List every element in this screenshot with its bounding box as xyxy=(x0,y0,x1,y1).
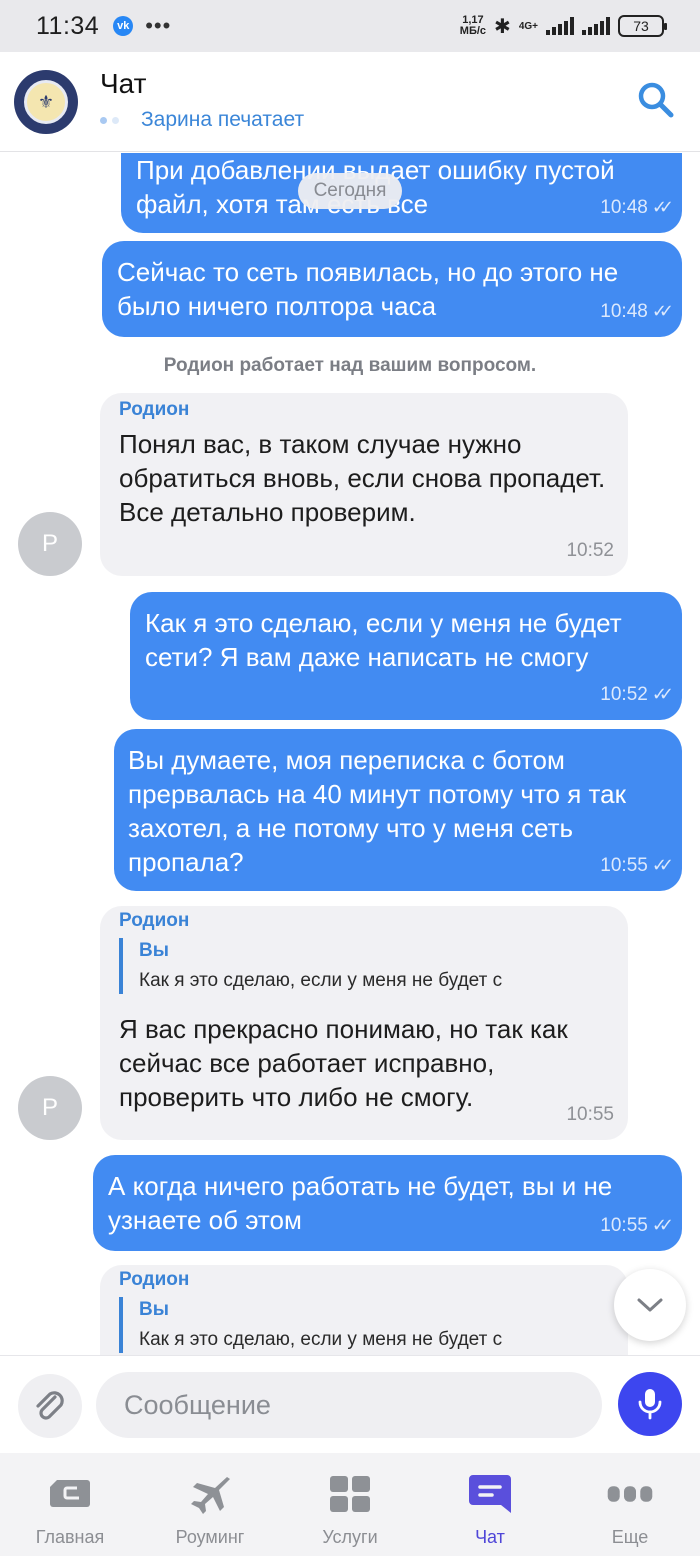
message-text: А когда ничего работать не будет, вы и н… xyxy=(108,1171,613,1235)
nav-label: Чат xyxy=(475,1527,505,1547)
quote-text: Как я это сделаю, если у меня не будет с xyxy=(139,970,503,991)
message-time: 10:52 ✓✓ xyxy=(600,684,674,706)
more-icon xyxy=(606,1473,654,1515)
bank-emblem-icon[interactable]: ⚜ xyxy=(14,70,78,134)
read-ticks-icon: ✓✓ xyxy=(651,855,674,875)
chat-messages[interactable]: При добавлении выдает ошибку пустой файл… xyxy=(0,153,700,1355)
quoted-reply[interactable]: Вы Как я это сделаю, если у меня не буде… xyxy=(119,938,608,994)
avatar: Р xyxy=(18,1076,82,1140)
system-message: Родион работает над вашим вопросом. xyxy=(163,355,537,376)
attach-button[interactable] xyxy=(18,1374,82,1438)
message-time: 10:55 ✓✓ xyxy=(600,855,674,877)
message-time: 10:52 xyxy=(566,540,614,561)
chevron-down-icon xyxy=(637,1298,663,1312)
message-time: 10:48 ✓✓ xyxy=(600,301,674,323)
read-ticks-icon: ✓✓ xyxy=(651,684,674,704)
message-time-value: 10:55 xyxy=(600,855,648,876)
message-time: 10:48 ✓✓ xyxy=(600,197,674,219)
search-icon xyxy=(638,82,674,118)
nav-item-services[interactable]: Услуги xyxy=(280,1453,420,1556)
quote-author: Вы xyxy=(139,1299,169,1320)
message-time: 10:55 ✓✓ xyxy=(600,1215,674,1237)
date-separator: Сегодня xyxy=(298,173,402,209)
typing-dots-icon xyxy=(100,116,119,124)
avatar: Р xyxy=(18,512,82,576)
battery-level: 73 xyxy=(633,18,649,34)
grid-icon xyxy=(326,1473,374,1515)
sender-name: Родион xyxy=(119,399,190,420)
bottom-navigation: Главная Роуминг Услуги Чат Еще xyxy=(0,1453,700,1556)
message-text: Как я это сделаю, если у меня не будет с… xyxy=(145,608,622,672)
message-text: Вы думаете, моя переписка с ботом прерва… xyxy=(128,745,626,877)
network-speed-unit: МБ/с xyxy=(459,25,487,37)
message-time-value: 10:55 xyxy=(600,1215,648,1236)
message-incoming[interactable]: Родион Понял вас, в таком случае нужно о… xyxy=(100,393,628,576)
message-text: Сейчас то сеть появилась, но до этого не… xyxy=(117,257,619,321)
nav-item-more[interactable]: Еще xyxy=(560,1453,700,1556)
message-text: Я вас прекрасно понимаю, но так как сейч… xyxy=(119,1014,568,1112)
nav-label: Роуминг xyxy=(175,1527,245,1547)
chat-header: ⚜ Чат Зарина печатает xyxy=(0,52,700,152)
bank-emblem-inner: ⚜ xyxy=(24,80,68,124)
message-time-value: 10:48 xyxy=(600,301,648,322)
typing-status: Зарина печатает xyxy=(141,108,305,131)
nav-item-home[interactable]: Главная xyxy=(0,1453,140,1556)
message-time: 10:55 xyxy=(566,1104,614,1125)
scroll-to-bottom-button[interactable] xyxy=(614,1269,686,1341)
message-time-value: 10:52 xyxy=(600,684,648,705)
signal-secondary-icon xyxy=(582,17,610,35)
read-ticks-icon: ✓✓ xyxy=(651,301,674,321)
message-outgoing[interactable]: А когда ничего работать не будет, вы и н… xyxy=(93,1155,682,1251)
nav-label: Услуги xyxy=(322,1527,378,1547)
message-composer xyxy=(0,1355,700,1453)
chat-icon xyxy=(466,1473,514,1515)
read-ticks-icon: ✓✓ xyxy=(651,1215,674,1235)
paperclip-icon xyxy=(36,1391,64,1420)
message-input[interactable] xyxy=(96,1372,602,1438)
message-outgoing[interactable]: Как я это сделаю, если у меня не будет с… xyxy=(130,592,682,720)
message-text: Понял вас, в таком случае нужно обратить… xyxy=(119,429,606,527)
bluetooth-icon: ✱ xyxy=(494,15,511,38)
vk-notification-icon: vk xyxy=(113,16,134,36)
message-outgoing[interactable]: Сейчас то сеть появилась, но до этого не… xyxy=(102,241,682,337)
typing-indicator: Зарина печатает xyxy=(100,108,304,132)
voice-message-button[interactable] xyxy=(618,1372,682,1436)
network-speed: 1,17 МБ/с xyxy=(460,15,486,37)
status-bar: 11:34 vk ••• 1,17 МБ/с ✱ 4G+ 73 xyxy=(0,0,700,52)
nav-item-roaming[interactable]: Роуминг xyxy=(140,1453,280,1556)
microphone-icon xyxy=(638,1389,662,1420)
quote-author: Вы xyxy=(139,940,169,961)
airplane-icon xyxy=(186,1473,234,1515)
status-time: 11:34 xyxy=(36,11,100,40)
nav-label: Еще xyxy=(611,1527,649,1547)
battery-icon: 73 xyxy=(618,15,667,37)
read-ticks-icon: ✓✓ xyxy=(651,197,674,217)
status-indicators: 1,17 МБ/с ✱ 4G+ 73 xyxy=(460,14,667,39)
quoted-reply[interactable]: Вы Как я это сделаю, если у меня не буде… xyxy=(119,1297,608,1353)
message-outgoing[interactable]: Вы думаете, моя переписка с ботом прерва… xyxy=(114,729,682,891)
quote-text: Как я это сделаю, если у меня не будет с xyxy=(139,1329,503,1350)
network-type: 4G+ xyxy=(518,20,538,32)
signal-icon xyxy=(546,17,574,35)
nav-item-chat[interactable]: Чат xyxy=(420,1453,560,1556)
message-incoming[interactable]: Родион Вы Как я это сделаю, если у меня … xyxy=(100,906,628,1140)
sender-name: Родион xyxy=(119,1269,190,1290)
sender-name: Родион xyxy=(119,910,190,931)
nav-label: Главная xyxy=(35,1527,105,1547)
home-card-icon xyxy=(46,1473,94,1515)
message-incoming[interactable]: Родион Вы Как я это сделаю, если у меня … xyxy=(100,1265,628,1355)
message-time-value: 10:48 xyxy=(600,197,648,218)
search-button[interactable] xyxy=(636,80,676,120)
more-notifications-icon: ••• xyxy=(145,13,172,38)
page-title: Чат xyxy=(100,68,147,99)
